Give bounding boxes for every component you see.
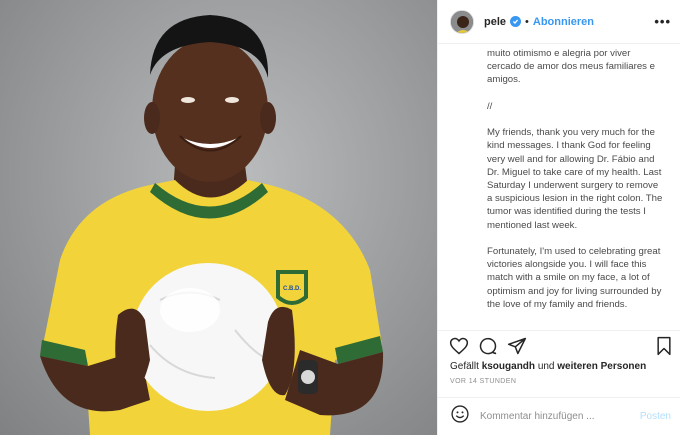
likes-middle: und [537, 361, 555, 372]
post-panel: pele • Abonnieren ••• muito otimismo e a… [437, 0, 680, 435]
post-timestamp[interactable]: VOR 14 STUNDEN [450, 378, 516, 385]
comment-icon[interactable] [478, 336, 498, 361]
post-image: C.B.D. [40, 15, 384, 435]
crest-text: C.B.D. [283, 286, 301, 292]
caption-text: muito otimismo e alegria por viver cerca… [438, 44, 680, 330]
post-header: pele • Abonnieren ••• [438, 0, 680, 44]
avatar[interactable] [450, 9, 474, 34]
comment-bar: Posten [438, 397, 680, 435]
caption-paragraph: // [487, 100, 493, 112]
follow-button[interactable]: Abonnieren [533, 16, 594, 28]
share-icon[interactable] [507, 336, 527, 361]
bookmark-icon[interactable] [655, 336, 673, 361]
caption-paragraph: muito otimismo e alegria por viver cerca… [487, 48, 655, 86]
post-photo: C.B.D. [0, 0, 437, 435]
likes-prefix: Gefällt [450, 361, 479, 372]
username[interactable]: pele [484, 16, 506, 28]
likes-others[interactable]: weiteren Personen [557, 361, 646, 372]
caption-paragraph: Fortunately, I'm used to celebrating gre… [487, 246, 662, 310]
emoji-icon[interactable] [450, 404, 470, 429]
post-comment-button[interactable]: Posten [640, 411, 671, 422]
heart-icon[interactable] [449, 336, 469, 361]
comment-input[interactable] [480, 411, 630, 422]
likes-line: Gefällt ksougandh und weiteren Personen [450, 361, 646, 372]
separator-dot: • [525, 15, 529, 28]
caption-paragraph: My friends, thank you very much for the … [487, 127, 663, 231]
more-icon[interactable]: ••• [654, 14, 671, 29]
action-bar [438, 330, 680, 362]
verified-icon [510, 16, 522, 27]
football [132, 263, 284, 411]
cbd-crest: C.B.D. [276, 270, 308, 305]
likes-user[interactable]: ksougandh [482, 361, 535, 372]
